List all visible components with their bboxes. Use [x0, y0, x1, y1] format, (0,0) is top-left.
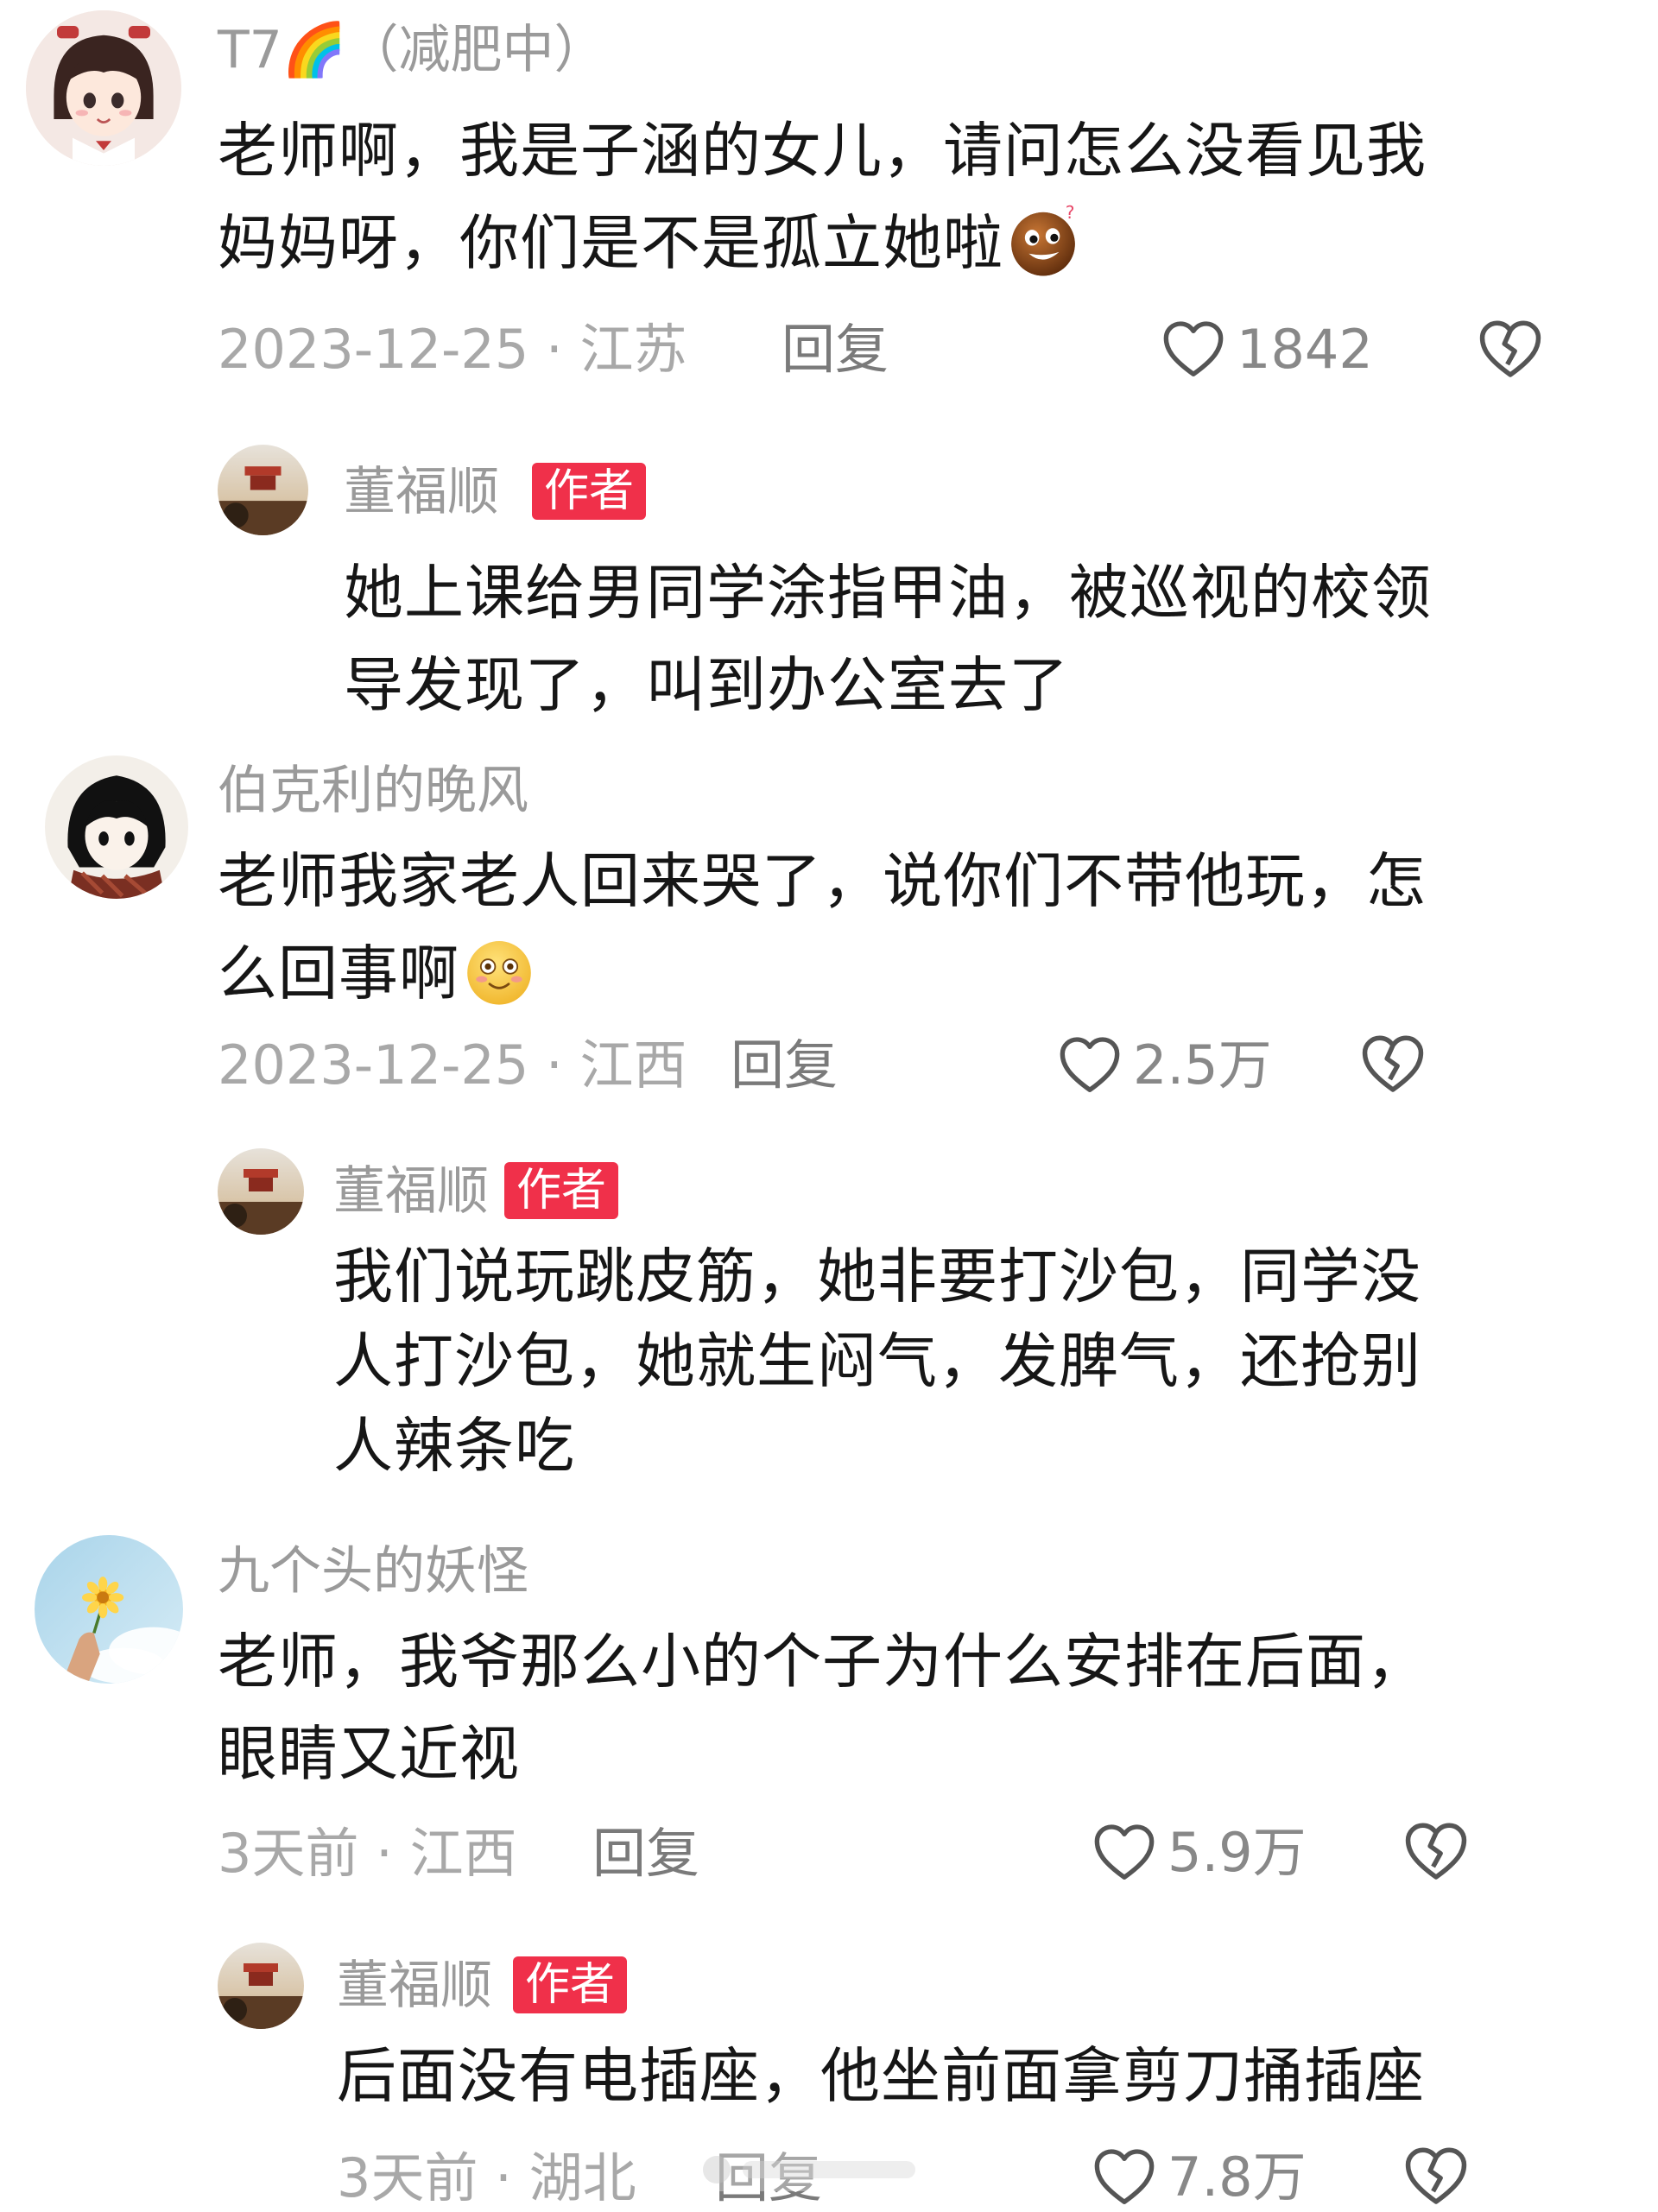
- author-reply-text: 她上课给男同学涂指甲油，被巡视的校领 导发现了，叫到办公室去了: [344, 547, 1639, 732]
- author-username[interactable]: 董福顺: [333, 1166, 489, 1217]
- comment-text-line-part: 么回事啊: [218, 939, 459, 1008]
- author-reply-text-line: 她上课给男同学涂指甲油，被巡视的校领: [344, 559, 1432, 628]
- comment-text-line: 老师，我爷那么小的个子为什么安排在后面，: [218, 1627, 1427, 1697]
- comment-username[interactable]: 伯克利的晚风: [218, 765, 528, 817]
- comment-date-location: 3天前 · 湖北: [337, 2146, 636, 2209]
- author-avatar[interactable]: [218, 1148, 304, 1235]
- author-reply-text-line: 后面没有电插座，他坐前面拿剪刀捅插座: [337, 2042, 1425, 2111]
- comment-username[interactable]: 九个头的妖怪: [218, 1545, 528, 1597]
- comment-text-line: 妈妈呀，你们是不是孤立她啦 ?: [218, 198, 1599, 290]
- blushing-smile-emoji: [459, 932, 539, 1011]
- like-count: 7.8万: [1168, 2146, 1307, 2209]
- author-username[interactable]: 董福顺: [337, 1960, 492, 2012]
- author-reply-text-line: 人打沙包，她就生闷气，发脾气，还抢别: [333, 1327, 1421, 1396]
- like-button[interactable]: 1842: [1159, 315, 1373, 384]
- author-reply-text-line: 导发现了，叫到办公室去了: [344, 651, 1069, 720]
- comment-text-line-part: 妈妈呀，你们是不是孤立她啦: [218, 209, 1003, 278]
- heart-outline-icon: [1060, 1037, 1120, 1092]
- like-button[interactable]: 2.5万: [1055, 1031, 1272, 1100]
- heart-outline-icon: [1094, 2149, 1155, 2204]
- comment-text: 老师我家老人回来哭了，说你们不带他玩，怎 么回事啊: [218, 836, 1599, 1021]
- avatar-t7[interactable]: [26, 10, 181, 166]
- comment-username[interactable]: T7🌈（减肥中）: [218, 24, 606, 76]
- author-badge: 作者: [513, 1956, 628, 2013]
- author-reply-text: 我们说玩跳皮筋，她非要打沙包，同学没 人打沙包，她就生闷气，发脾气，还抢别 人辣…: [333, 1235, 1629, 1488]
- comment-text-line: 么回事啊: [218, 928, 1599, 1021]
- author-badge: 作者: [532, 463, 647, 520]
- shy-peek-emoji: ?: [1003, 201, 1083, 281]
- watermark: [682, 2139, 941, 2200]
- reply-button[interactable]: 回复: [731, 1039, 838, 1092]
- comment-date-location: 2023-12-25 · 江西: [218, 1033, 687, 1097]
- comment-date-location: 3天前 · 江西: [218, 1822, 517, 1885]
- broken-heart-icon[interactable]: [1357, 1029, 1428, 1100]
- like-count: 1842: [1237, 318, 1373, 381]
- comment-text-line: 老师我家老人回来哭了，说你们不带他玩，怎: [218, 847, 1427, 916]
- author-avatar[interactable]: [218, 1943, 304, 2029]
- like-count: 5.9万: [1168, 1821, 1307, 1884]
- watermark-mark: [682, 2148, 941, 2191]
- comment-text-line: 老师啊，我是子涵的女儿，请问怎么没看见我: [218, 117, 1427, 186]
- broken-heart-icon[interactable]: [1401, 2141, 1471, 2212]
- broken-heart-icon[interactable]: [1475, 314, 1546, 385]
- author-avatar[interactable]: [218, 445, 308, 535]
- comment-text: 老师，我爷那么小的个子为什么安排在后面， 眼睛又近视: [218, 1616, 1617, 1801]
- avatar-berkeley[interactable]: [45, 755, 188, 899]
- svg-text:?: ?: [1066, 202, 1076, 223]
- author-username[interactable]: 董福顺: [344, 466, 499, 518]
- author-reply-text: 后面没有电插座，他坐前面拿剪刀捅插座: [337, 2031, 1632, 2123]
- broken-heart-icon[interactable]: [1401, 1817, 1471, 1887]
- reply-button[interactable]: 回复: [782, 323, 889, 376]
- author-reply-text-line: 我们说玩跳皮筋，她非要打沙包，同学没: [333, 1242, 1421, 1311]
- comment-text-line: 眼睛又近视: [218, 1720, 520, 1789]
- like-count: 2.5万: [1133, 1033, 1272, 1097]
- like-button[interactable]: 5.9万: [1090, 1818, 1307, 1887]
- comment-date-location: 2023-12-25 · 江苏: [218, 318, 687, 381]
- like-button[interactable]: 7.8万: [1090, 2143, 1307, 2212]
- author-badge: 作者: [504, 1162, 619, 1219]
- comment-text: 老师啊，我是子涵的女儿，请问怎么没看见我 妈妈呀，你们是不是孤立她啦 ?: [218, 105, 1599, 290]
- author-reply-text-line: 人辣条吃: [333, 1412, 575, 1481]
- avatar-nine-heads[interactable]: [35, 1535, 183, 1684]
- heart-outline-icon: [1094, 1824, 1155, 1880]
- heart-outline-icon: [1163, 321, 1224, 377]
- reply-button[interactable]: 回复: [592, 1827, 699, 1880]
